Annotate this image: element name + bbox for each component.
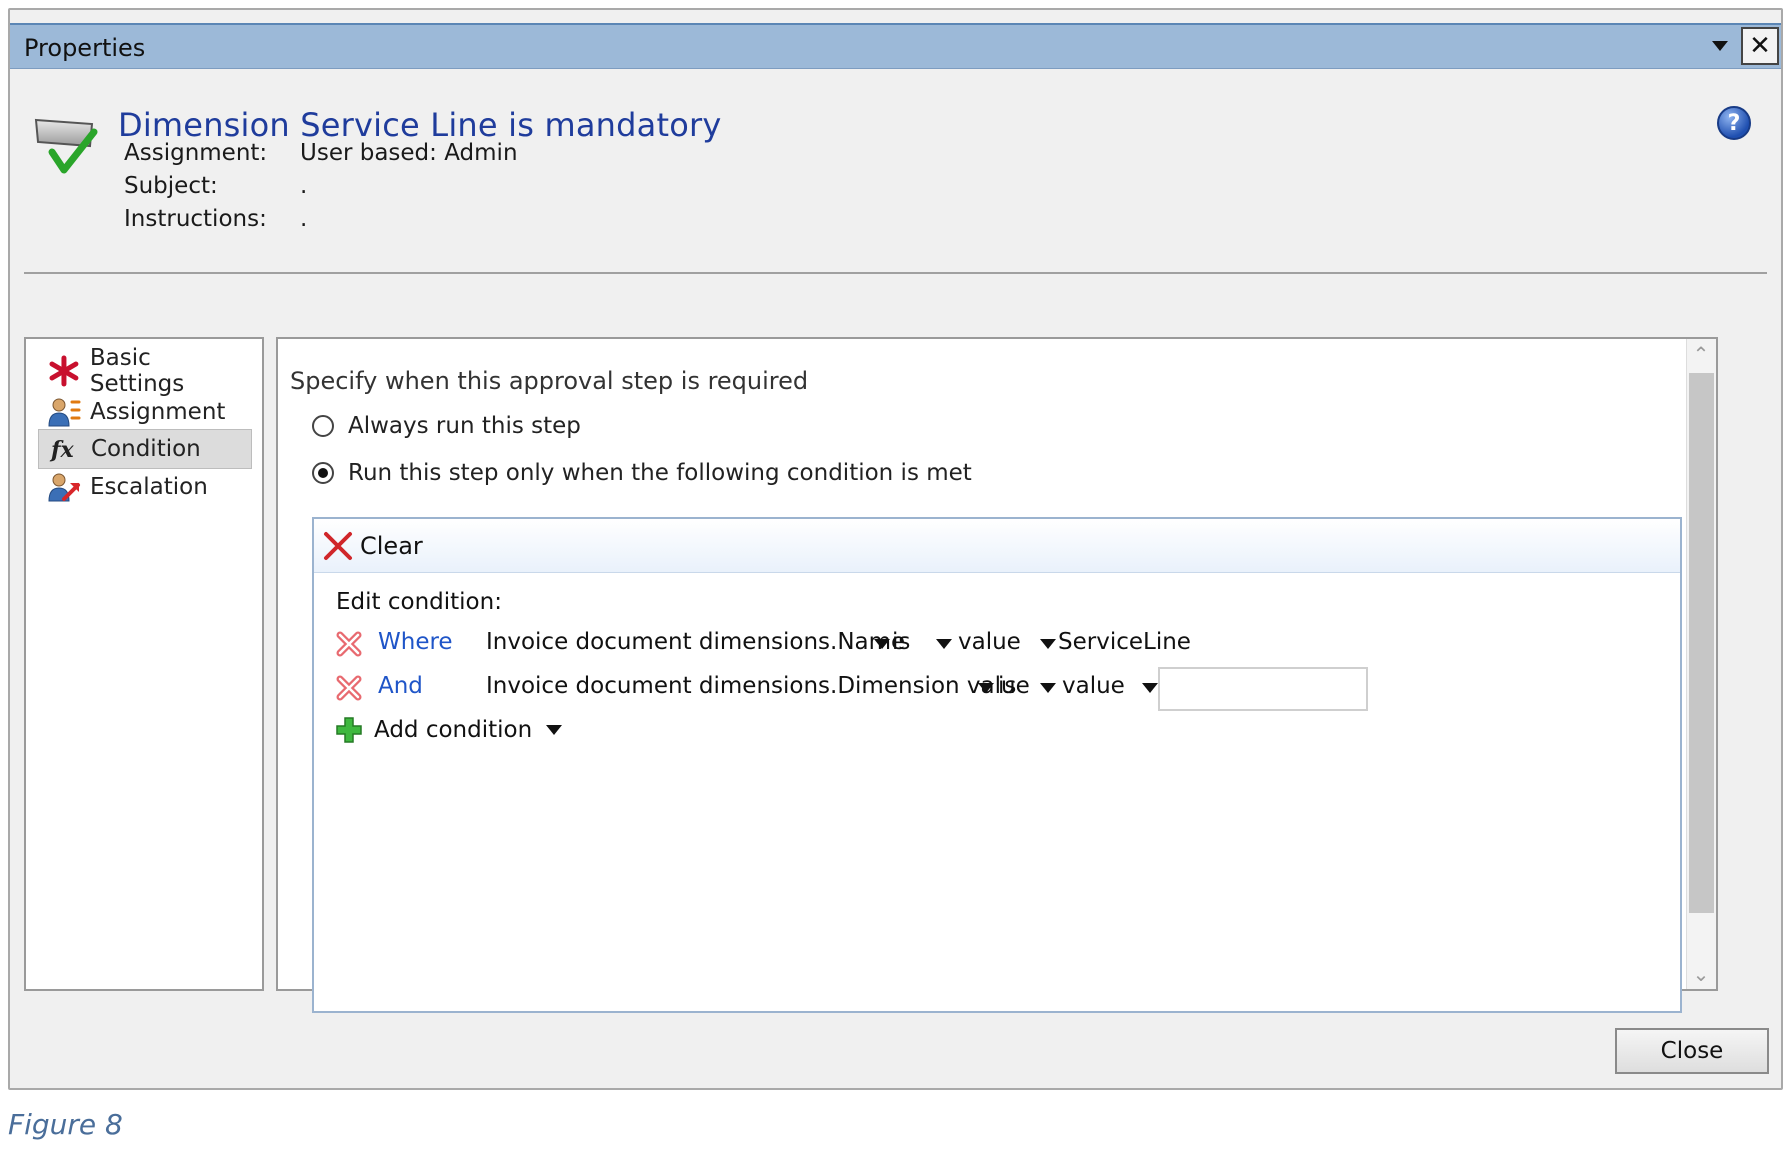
page-title: Dimension Service Line is mandatory xyxy=(118,106,722,144)
clear-button[interactable]: Clear xyxy=(322,530,423,562)
svg-text:fx: fx xyxy=(49,437,74,463)
close-button[interactable]: Close xyxy=(1615,1028,1769,1074)
condition-row-2: And Invoice document dimensions.Dimensio… xyxy=(334,667,1674,711)
sidebar-item-label: Basic Settings xyxy=(89,345,185,397)
chevron-down-icon[interactable] xyxy=(936,639,952,649)
sidebar-item-label: Assignment xyxy=(90,399,226,425)
add-condition-label: Add condition xyxy=(374,717,533,743)
condition-value[interactable]: ServiceLine xyxy=(1058,629,1191,655)
scroll-thumb[interactable] xyxy=(1689,373,1714,913)
remove-condition-icon[interactable] xyxy=(334,629,364,659)
plus-icon xyxy=(336,717,362,743)
condition-panel: Specify when this approval step is requi… xyxy=(276,337,1718,1013)
sidebar-nav: Basic Settings Assignment fx Condition E… xyxy=(24,337,264,991)
header-divider xyxy=(24,272,1767,274)
chevron-down-icon[interactable] xyxy=(978,683,994,693)
window-menu-button[interactable] xyxy=(1701,27,1739,65)
chevron-down-icon[interactable] xyxy=(1142,683,1158,693)
subject-label: Subject: xyxy=(124,173,218,199)
conditional-run-option[interactable]: Run this step only when the following co… xyxy=(312,460,972,486)
chevron-down-icon xyxy=(1712,41,1728,51)
condition-editor: Clear Edit condition: Where Invoice docu… xyxy=(312,517,1682,1013)
instructions-value: . xyxy=(300,206,308,232)
field-selector[interactable]: Invoice document dimensions.Dimension va… xyxy=(486,673,1030,699)
condition-row-1: Where Invoice document dimensions.Name i… xyxy=(334,623,1674,663)
assignment-value: User based: Admin xyxy=(300,140,518,166)
clear-label: Clear xyxy=(360,531,423,560)
sidebar-item-condition[interactable]: fx Condition xyxy=(38,429,252,469)
window-title: Properties xyxy=(24,34,146,62)
always-run-label: Always run this step xyxy=(348,413,581,439)
help-icon[interactable]: ? xyxy=(1717,106,1751,140)
add-condition-button[interactable]: Add condition xyxy=(334,715,563,745)
remove-condition-icon[interactable] xyxy=(334,673,364,703)
conditional-run-label: Run this step only when the following co… xyxy=(348,460,972,486)
value-type-selector[interactable]: value xyxy=(958,629,1021,655)
close-icon: ✕ xyxy=(1749,31,1771,61)
where-link[interactable]: Where xyxy=(378,629,453,655)
vertical-scrollbar[interactable]: ⌃ ⌄ xyxy=(1686,339,1716,989)
condition-value-input[interactable] xyxy=(1158,667,1368,711)
assignment-label: Assignment: xyxy=(124,140,268,166)
scroll-up-icon[interactable]: ⌃ xyxy=(1687,339,1715,369)
sidebar-item-escalation[interactable]: Escalation xyxy=(38,467,252,507)
sidebar-item-label: Condition xyxy=(91,436,201,462)
instructions-label: Instructions: xyxy=(124,206,267,232)
condition-heading: Specify when this approval step is requi… xyxy=(290,367,809,395)
user-assignment-icon xyxy=(48,398,81,427)
chevron-down-icon[interactable] xyxy=(874,639,890,649)
value-type-selector[interactable]: value xyxy=(1062,673,1125,699)
help-glyph: ? xyxy=(1727,110,1741,136)
subject-value: . xyxy=(300,173,308,199)
sidebar-item-assignment[interactable]: Assignment xyxy=(38,392,252,432)
function-fx-icon: fx xyxy=(49,437,74,463)
title-bar: Properties ✕ xyxy=(10,23,1781,69)
operator-selector[interactable]: is xyxy=(892,629,910,655)
chevron-down-icon[interactable] xyxy=(1040,683,1056,693)
properties-dialog: Properties ✕ Dimension Service Line is m… xyxy=(8,8,1783,1090)
clear-x-icon xyxy=(324,531,352,560)
figure-caption: Figure 8 xyxy=(8,1108,123,1141)
approval-check-icon xyxy=(34,118,98,174)
always-run-radio[interactable] xyxy=(312,415,334,437)
and-link[interactable]: And xyxy=(378,673,423,699)
chevron-down-icon[interactable] xyxy=(1040,639,1056,649)
edit-condition-label: Edit condition: xyxy=(336,589,502,615)
window-close-button[interactable]: ✕ xyxy=(1741,27,1779,65)
condition-toolbar: Clear xyxy=(314,519,1680,573)
operator-selector[interactable]: is xyxy=(998,673,1016,699)
always-run-option[interactable]: Always run this step xyxy=(312,413,581,439)
chevron-down-icon[interactable] xyxy=(546,725,563,735)
conditional-run-radio[interactable] xyxy=(312,462,334,484)
sidebar-item-label: Escalation xyxy=(90,474,208,500)
required-asterisk-icon xyxy=(49,355,79,387)
field-selector[interactable]: Invoice document dimensions.Name xyxy=(486,629,905,655)
sidebar-item-basic-settings[interactable]: Basic Settings xyxy=(38,345,252,397)
user-escalation-icon xyxy=(48,473,80,502)
scroll-down-icon[interactable]: ⌄ xyxy=(1687,959,1715,989)
